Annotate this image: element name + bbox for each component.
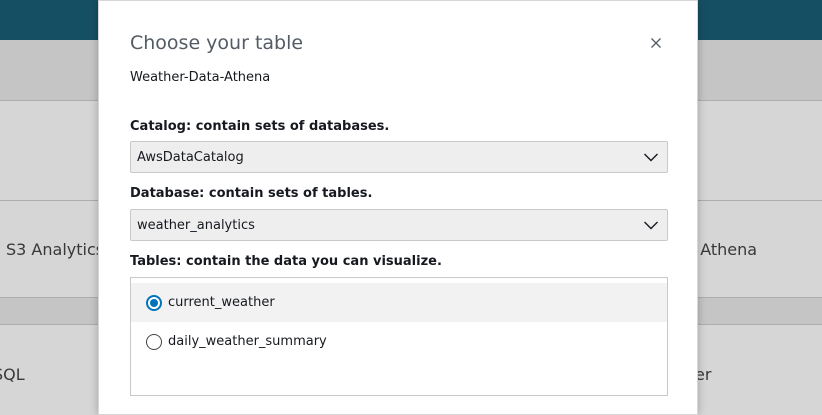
choose-table-dialog: Choose your table Weather-Data-Athena Ca… — [98, 0, 698, 415]
radio-button[interactable] — [146, 295, 162, 311]
chevron-down-icon — [644, 221, 658, 230]
catalog-selected-value: AwsDataCatalog — [137, 150, 244, 165]
database-label: Database: contain sets of tables. — [130, 186, 373, 201]
dataset-name: Weather-Data-Athena — [130, 70, 271, 85]
catalog-select[interactable]: AwsDataCatalog — [130, 141, 668, 173]
close-button[interactable] — [647, 34, 665, 52]
dialog-title: Choose your table — [130, 32, 304, 54]
database-select[interactable]: weather_analytics — [130, 209, 668, 241]
close-icon — [651, 38, 661, 48]
radio-selected-dot — [150, 299, 158, 307]
table-name: daily_weather_summary — [168, 334, 327, 349]
database-selected-value: weather_analytics — [137, 218, 255, 233]
table-name: current_weather — [168, 295, 275, 310]
table-option-daily-weather-summary[interactable]: daily_weather_summary — [131, 322, 667, 361]
table-option-current-weather[interactable]: current_weather — [131, 283, 667, 322]
tables-radio-list: current_weather daily_weather_summary — [130, 277, 668, 396]
chevron-down-icon — [644, 153, 658, 162]
catalog-label: Catalog: contain sets of databases. — [130, 119, 390, 134]
radio-button[interactable] — [146, 334, 162, 350]
tables-label: Tables: contain the data you can visuali… — [130, 254, 442, 269]
